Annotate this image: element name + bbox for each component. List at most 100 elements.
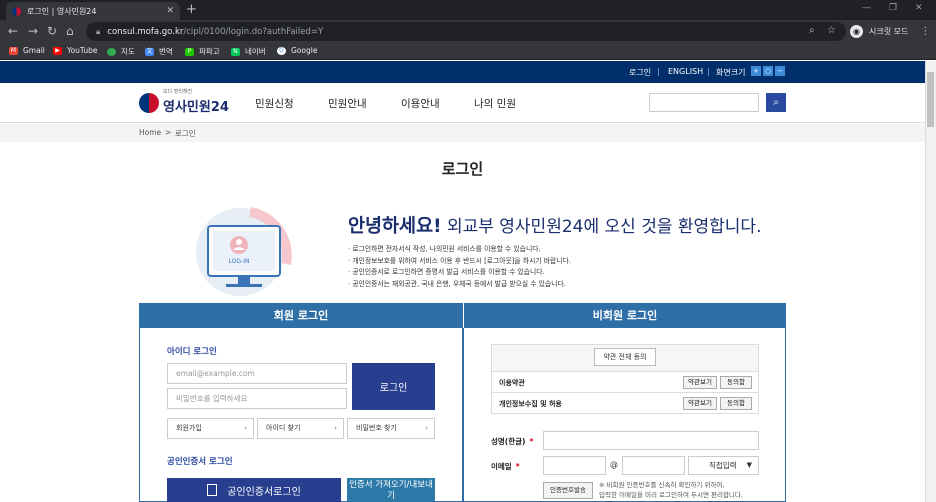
bookmark-gmail[interactable]: M Gmail (9, 46, 45, 55)
at-sign: @ (610, 460, 618, 469)
forward-icon[interactable]: → (28, 24, 38, 38)
papago-icon: P (185, 47, 194, 56)
id-login-title: 아이디 로그인 (167, 347, 217, 357)
breadcrumb-separator: > (165, 128, 172, 137)
site-search-input[interactable] (649, 93, 759, 112)
naver-icon: N (231, 47, 240, 56)
bookmark-google[interactable]: G Google (277, 46, 317, 55)
reload-icon[interactable]: ↻ (47, 24, 57, 38)
find-password-link[interactable]: 비밀번호 찾기 › (347, 418, 435, 439)
browser-tab[interactable]: 로그인 | 영사민원24 ✕ (6, 2, 180, 20)
name-label: 성명(한글) * (491, 437, 534, 446)
certificate-icon (207, 484, 218, 496)
welcome-hello: 안녕하세요! (348, 216, 442, 237)
util-login-link[interactable]: 로그인 (629, 67, 651, 78)
bookmark-star-icon[interactable]: ☆ (827, 25, 836, 36)
zoom-icon[interactable]: ⌕ (809, 25, 815, 36)
bookmark-papago[interactable]: P 파파고 (185, 46, 220, 57)
view-terms-button[interactable]: 약관보기 (683, 376, 717, 389)
chevron-right-icon: › (425, 424, 428, 432)
member-login-heading: 회원 로그인 (139, 303, 463, 328)
address-bar[interactable]: 🔒︎ consul.mofa.go.kr/cipl/0100/login.do?… (86, 22, 846, 41)
nav-my-requests[interactable]: 나의 민원 (474, 96, 516, 111)
terms-row: 이용약관 약관보기 동의함 (492, 371, 758, 392)
chevron-right-icon: › (334, 424, 337, 432)
password-input[interactable] (167, 388, 347, 409)
close-window-icon[interactable]: ✕ (915, 3, 923, 13)
nav-guide[interactable]: 민원안내 (328, 96, 367, 111)
email-label: 이메일 * (491, 462, 520, 471)
view-terms-button[interactable]: 약관보기 (683, 397, 717, 410)
search-button[interactable]: ⌕ (766, 93, 786, 112)
page-scrollbar[interactable] (925, 61, 936, 502)
site-favicon-icon (12, 6, 21, 16)
email-input[interactable] (167, 363, 347, 384)
code-note: ※ 비회원 인증번호를 신속히 확인하기 위하여, 입력한 이메일을 미리 로그… (599, 481, 743, 499)
incognito-icon: ◉ (850, 25, 863, 38)
maps-pin-icon (107, 47, 116, 56)
gmail-icon: M (9, 46, 18, 55)
translate-icon: 文 (145, 47, 154, 56)
util-english-link[interactable]: ENGLISH (668, 67, 703, 76)
bookmark-maps[interactable]: 지도 (107, 46, 135, 57)
welcome-heading: 안녕하세요! 외교부 영사민원24에 오신 것을 환영합니다. (348, 212, 761, 238)
nav-usage[interactable]: 이용안내 (401, 96, 440, 111)
close-tab-icon[interactable]: ✕ (166, 6, 174, 16)
breadcrumb-current: 로그인 (175, 129, 196, 138)
terms-label: 개인정보수집 및 허용 (499, 400, 562, 408)
home-icon[interactable]: ⌂ (66, 24, 74, 38)
zoom-reset-icon[interactable]: ○ (763, 66, 773, 76)
guest-login-heading: 비회원 로그인 (463, 303, 786, 328)
email-domain-input[interactable] (622, 456, 685, 475)
terms-row: 개인정보수집 및 허용 약관보기 동의함 (492, 392, 758, 413)
login-button[interactable]: 로그인 (352, 363, 435, 410)
bookmark-naver[interactable]: N 네이버 (231, 46, 266, 57)
chevron-down-icon: ▼ (746, 461, 752, 469)
menu-kebab-icon[interactable]: ⋮ (920, 26, 930, 37)
breadcrumb-home[interactable]: Home (139, 128, 161, 137)
google-icon: G (277, 46, 286, 55)
search-icon: ⌕ (773, 97, 779, 108)
maximize-icon[interactable]: ❐ (889, 3, 897, 13)
logo-tagline: 보다 편리해진 (163, 89, 193, 95)
cert-login-button[interactable]: 공인인증서로그인 (167, 478, 341, 502)
page-title: 로그인 (441, 160, 484, 178)
scrollbar-thumb[interactable] (927, 72, 934, 127)
chevron-right-icon: › (244, 424, 247, 432)
agree-button[interactable]: 동의함 (720, 376, 752, 389)
find-id-link[interactable]: 아이디 찾기 › (257, 418, 344, 439)
taegeuk-emblem-icon (139, 92, 159, 113)
illus-login-label: LOG-IN (229, 258, 250, 265)
welcome-rest: 외교부 영사민원24에 오신 것을 환영합니다. (441, 217, 762, 237)
note-item: 개인정보보호를 위하여 서비스 이용 후 반드시 [로그아웃]을 하시기 바랍니… (348, 256, 571, 268)
name-input[interactable] (543, 431, 759, 450)
incognito-indicator[interactable]: ◉ 시크릿 모드 ⋮ (850, 23, 930, 40)
email-domain-select[interactable]: 직접입력 ▼ (688, 456, 759, 475)
youtube-icon: ▶ (53, 46, 62, 55)
incognito-label: 시크릿 모드 (869, 27, 909, 36)
note-item: 공인인증서는 재외공관, 국내 은행, 우체국 등에서 발급 받으실 수 있습니… (348, 279, 571, 291)
minimize-icon[interactable]: — (862, 3, 871, 13)
send-code-button[interactable]: 인증번호발송 (543, 482, 593, 499)
back-icon[interactable]: ← (8, 24, 18, 38)
required-mark: * (515, 462, 520, 471)
nav-apply[interactable]: 민원신청 (255, 96, 294, 111)
bookmarks-bar: M Gmail ▶ YouTube 지도 文 번역 P 파파고 N 네이버 G Google (0, 43, 936, 60)
zoom-in-icon[interactable]: + (751, 66, 761, 76)
lock-icon: 🔒︎ (96, 26, 101, 36)
new-tab-icon[interactable]: + (186, 2, 197, 18)
note-item: 로그인하면 전자서식 작성, 나의민원 서비스를 이용할 수 있습니다. (348, 244, 571, 256)
agree-all-button[interactable]: 약관 전체 동의 (594, 348, 656, 366)
email-local-input[interactable] (543, 456, 606, 475)
required-mark: * (529, 437, 534, 446)
bookmark-translate[interactable]: 文 번역 (145, 46, 173, 57)
bookmark-youtube[interactable]: ▶ YouTube (53, 46, 98, 55)
breadcrumb: Home > 로그인 (0, 124, 925, 142)
agree-button[interactable]: 동의함 (720, 397, 752, 410)
cert-import-export-button[interactable]: 인증서 가져오기/내보내기 (347, 478, 435, 502)
site-logo[interactable]: 보다 편리해진 영사민원24 (139, 89, 229, 115)
zoom-out-icon[interactable]: − (775, 66, 785, 76)
tab-title: 로그인 | 영사민원24 (27, 6, 97, 16)
signup-link[interactable]: 회원가입 › (167, 418, 254, 439)
util-zoom-label: 화면크기 (716, 68, 746, 77)
